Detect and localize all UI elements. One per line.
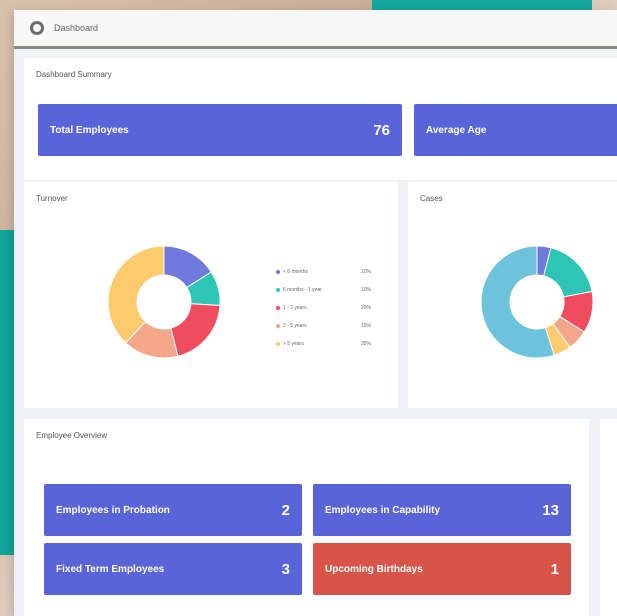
average-age-tile[interactable]: Average Age xyxy=(414,104,617,156)
legend-dot-icon xyxy=(276,306,280,310)
legend-percent: 10% xyxy=(360,287,371,293)
legend-label: 2 - 5 years xyxy=(283,323,307,329)
fixed-term-employees-tile[interactable]: Fixed Term Employees 3 xyxy=(44,543,302,595)
cases-donut-chart xyxy=(480,245,594,359)
legend-percent: 15% xyxy=(360,323,371,329)
tile-value: 2 xyxy=(281,501,290,519)
app-logo-icon[interactable] xyxy=(30,21,44,35)
app-window: Dashboard Dashboard Summary Total Employ… xyxy=(14,10,617,616)
side-panel xyxy=(600,419,617,616)
turnover-donut-chart xyxy=(107,245,221,359)
legend-percent: 35% xyxy=(360,341,371,347)
legend-label: 1 - 2 years xyxy=(283,305,307,311)
legend-label: < 6 months xyxy=(283,269,308,275)
employees-in-capability-tile[interactable]: Employees in Capability 13 xyxy=(313,484,571,536)
panel-title: Turnover xyxy=(36,194,68,203)
donut-slice[interactable] xyxy=(543,247,593,298)
employees-in-probation-tile[interactable]: Employees in Probation 2 xyxy=(44,484,302,536)
legend-dot-icon xyxy=(276,288,280,292)
panel-title: Employee Overview xyxy=(36,431,108,440)
turnover-panel: Turnover < 6 months 10% 6 months - 1 yea… xyxy=(24,182,398,408)
legend-item[interactable]: > 5 years 35% xyxy=(276,338,371,350)
panel-title: Dashboard Summary xyxy=(36,70,112,79)
legend-item[interactable]: 1 - 2 years 20% xyxy=(276,302,371,314)
cases-panel: Cases xyxy=(408,182,617,408)
tile-value: 1 xyxy=(550,560,559,578)
tile-label: Fixed Term Employees xyxy=(56,563,165,575)
title-bar: Dashboard xyxy=(14,10,617,49)
tile-label: Total Employees xyxy=(50,124,129,136)
legend-percent: 20% xyxy=(360,305,371,311)
panel-title: Cases xyxy=(420,194,443,203)
employee-overview-panel: Employee Overview Employees in Probation… xyxy=(24,419,589,616)
tile-label: Employees in Capability xyxy=(325,504,441,516)
donut-slice[interactable] xyxy=(170,303,221,357)
legend-label: 6 months - 1 year xyxy=(283,287,322,293)
legend-item[interactable]: 2 - 5 years 15% xyxy=(276,320,371,332)
legend-item[interactable]: < 6 months 10% xyxy=(276,266,371,278)
legend-dot-icon xyxy=(276,324,280,328)
tile-value: 76 xyxy=(373,121,390,139)
background-accent-left xyxy=(0,230,14,555)
upcoming-birthdays-tile[interactable]: Upcoming Birthdays 1 xyxy=(313,543,571,595)
app-title: Dashboard xyxy=(54,23,99,33)
legend-dot-icon xyxy=(276,270,280,274)
legend-item[interactable]: 6 months - 1 year 10% xyxy=(276,284,371,296)
background-accent-top xyxy=(372,0,592,10)
legend-dot-icon xyxy=(276,342,280,346)
legend-percent: 10% xyxy=(360,269,371,275)
legend-label: > 5 years xyxy=(283,341,304,347)
tile-value: 13 xyxy=(542,501,559,519)
tile-label: Average Age xyxy=(426,124,487,136)
dashboard-summary-panel: Dashboard Summary Total Employees 76 Ave… xyxy=(24,58,617,180)
turnover-legend: < 6 months 10% 6 months - 1 year 10% 1 -… xyxy=(276,266,371,356)
tile-value: 3 xyxy=(281,560,290,578)
tile-label: Upcoming Birthdays xyxy=(325,563,423,575)
tile-label: Employees in Probation xyxy=(56,504,170,516)
total-employees-tile[interactable]: Total Employees 76 xyxy=(38,104,402,156)
